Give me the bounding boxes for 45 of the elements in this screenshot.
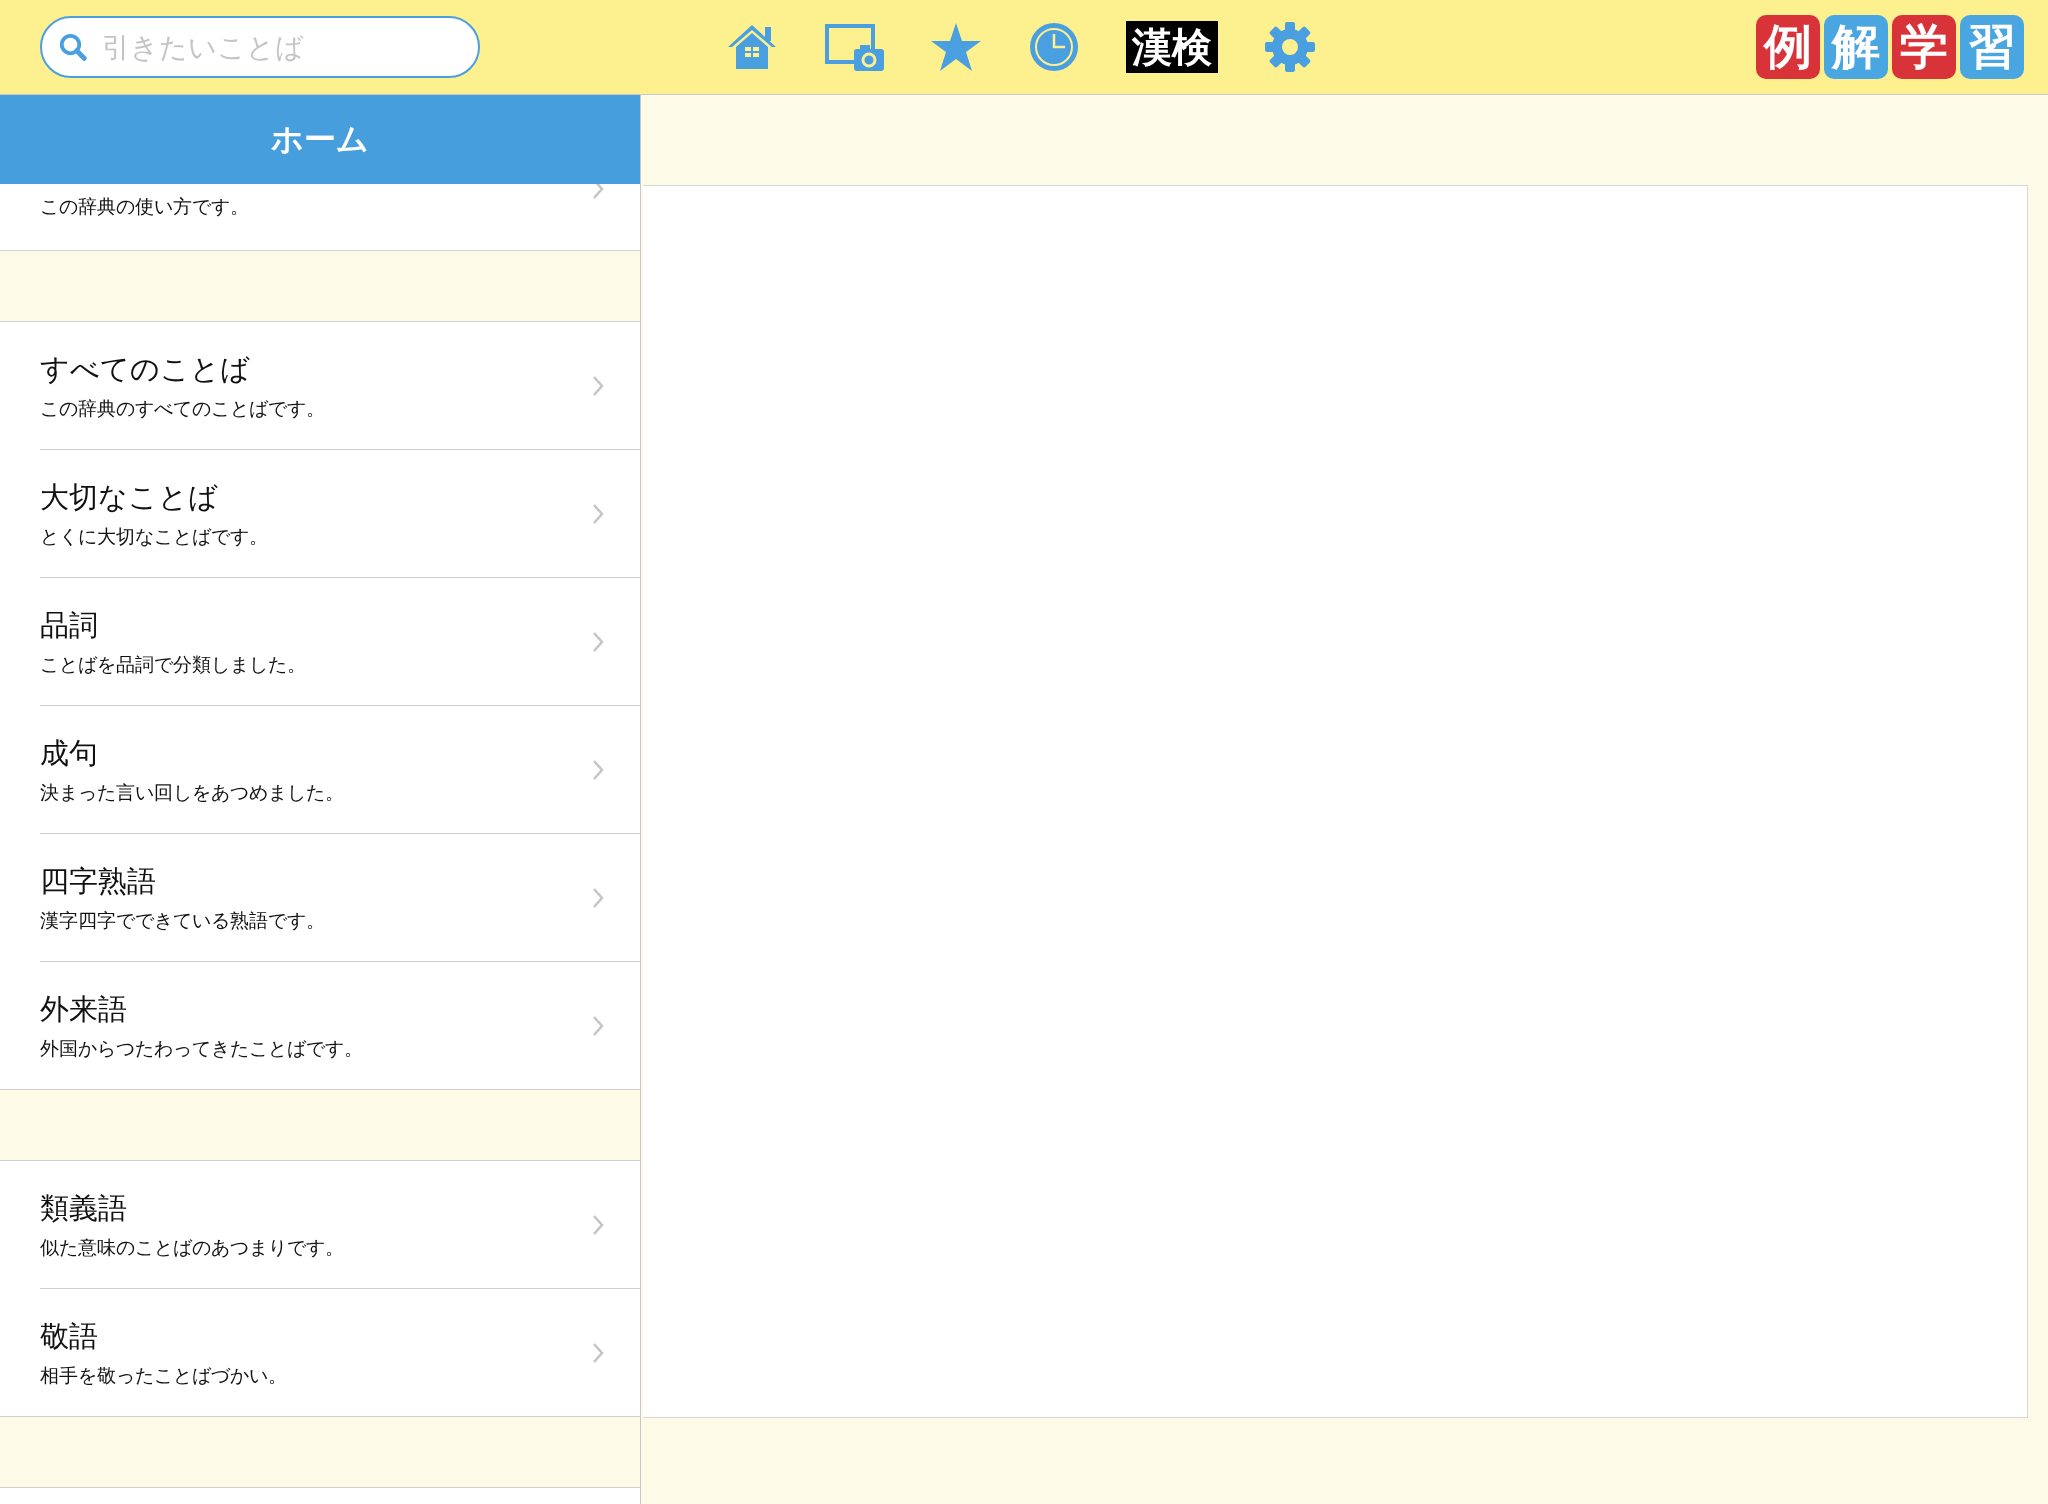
logo-tile: 解 bbox=[1824, 15, 1888, 79]
menu-item[interactable]: すべてのことば この辞典のすべてのことばです。 bbox=[40, 322, 640, 450]
chevron-icon bbox=[592, 886, 604, 909]
settings-icon[interactable] bbox=[1264, 21, 1316, 73]
chevron-icon bbox=[592, 374, 604, 397]
chevron-icon bbox=[592, 502, 604, 525]
menu-item[interactable]: 類義語 似た意味のことばのあつまりです。 bbox=[40, 1161, 640, 1289]
item-subtitle: とくに大切なことばです。 bbox=[40, 523, 269, 549]
logo-tile: 習 bbox=[1960, 15, 2024, 79]
logo-tile: 学 bbox=[1892, 15, 1956, 79]
item-subtitle: 相手を敬ったことばづかい。 bbox=[40, 1362, 288, 1388]
screen-camera-icon[interactable] bbox=[824, 23, 884, 71]
chevron-icon bbox=[592, 184, 604, 200]
item-subtitle: 外国からつたわってきたことばです。 bbox=[40, 1035, 364, 1061]
star-icon[interactable] bbox=[930, 22, 982, 72]
item-title: 大切なことば bbox=[40, 478, 219, 516]
item-subtitle: 決まった言い回しをあつめました。 bbox=[40, 779, 345, 805]
item-subtitle: この辞典の使い方です。 bbox=[40, 194, 250, 219]
menu-item[interactable]: 品詞 ことばを品詞で分類しました。 bbox=[40, 578, 640, 706]
item-subtitle: 漢字四字でできている熟語です。 bbox=[40, 907, 326, 933]
item-title: 類義語 bbox=[40, 1189, 128, 1227]
item-subtitle: ことばを品詞で分類しました。 bbox=[40, 651, 307, 677]
chevron-icon bbox=[592, 630, 604, 653]
item-subtitle: 似た意味のことばのあつまりです。 bbox=[40, 1234, 345, 1260]
item-title: 成句 bbox=[40, 734, 99, 772]
search-field[interactable]: 引きたいことば bbox=[40, 16, 480, 78]
menu-item[interactable]: 成句 決まった言い回しをあつめました。 bbox=[40, 706, 640, 834]
menu-item[interactable]: 四字熟語 漢字四字でできている熟語です。 bbox=[40, 834, 640, 962]
item-title: すべてのことば bbox=[40, 350, 251, 388]
home-icon[interactable] bbox=[726, 23, 778, 71]
chevron-icon bbox=[592, 1213, 604, 1236]
clock-icon[interactable] bbox=[1028, 21, 1080, 73]
logo-tile: 例 bbox=[1756, 15, 1820, 79]
item-title: 品詞 bbox=[40, 606, 99, 644]
header-title: ホーム bbox=[271, 118, 369, 160]
chevron-icon bbox=[592, 758, 604, 781]
menu-item[interactable]: 大切なことば とくに大切なことばです。 bbox=[40, 450, 640, 578]
item-title: 四字熟語 bbox=[40, 862, 157, 900]
chevron-icon bbox=[592, 1341, 604, 1364]
item-subtitle: この辞典のすべてのことばです。 bbox=[40, 395, 326, 421]
search-icon bbox=[58, 32, 88, 62]
item-title: 敬語 bbox=[40, 1317, 99, 1355]
item-title: 外来語 bbox=[40, 990, 128, 1028]
kanken-icon[interactable]: 漢検 bbox=[1126, 21, 1218, 73]
chevron-icon bbox=[592, 1014, 604, 1037]
